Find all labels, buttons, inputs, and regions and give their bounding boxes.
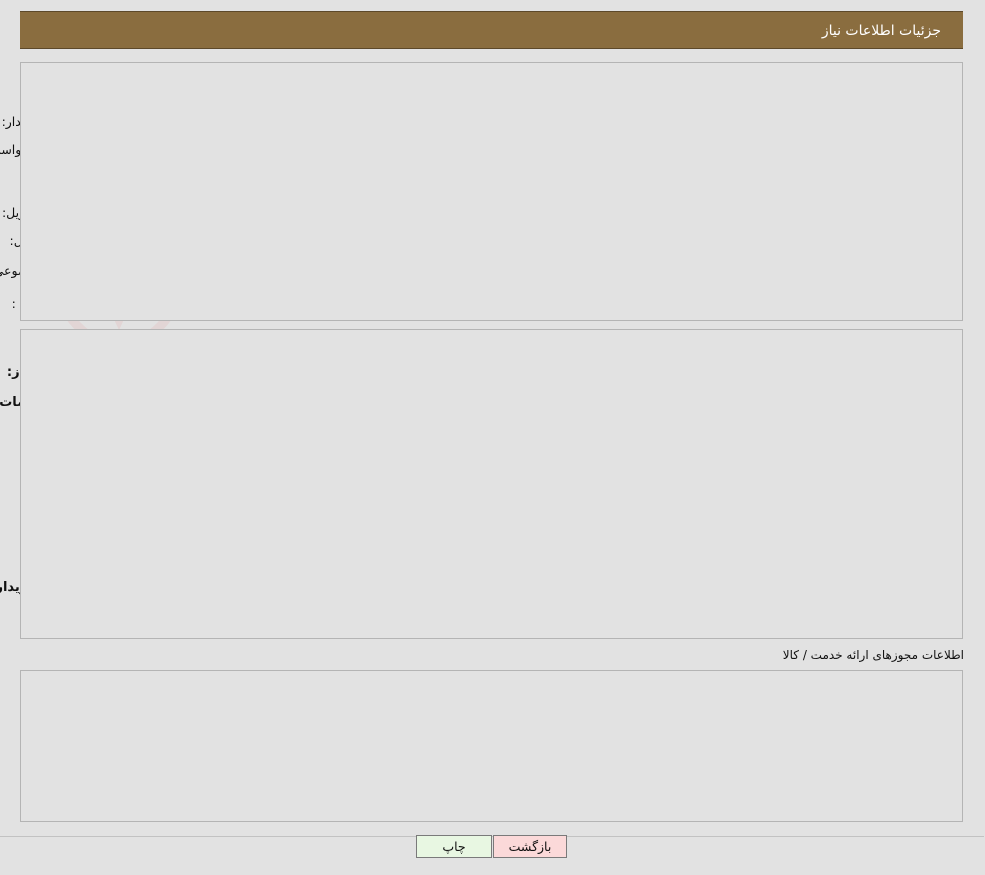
page-titlebar: جزئیات اطلاعات نیاز [21,11,964,49]
page-title: جزئیات اطلاعات نیاز [822,23,942,39]
need-detail-panel [21,329,964,639]
permissions-caption: اطلاعات مجوزهای ارائه خدمت / کالا [783,648,965,662]
need-info-panel [21,62,964,321]
print-button[interactable]: چاپ [417,835,493,858]
permissions-panel [21,670,964,822]
back-button[interactable]: بازگشت [494,835,568,858]
